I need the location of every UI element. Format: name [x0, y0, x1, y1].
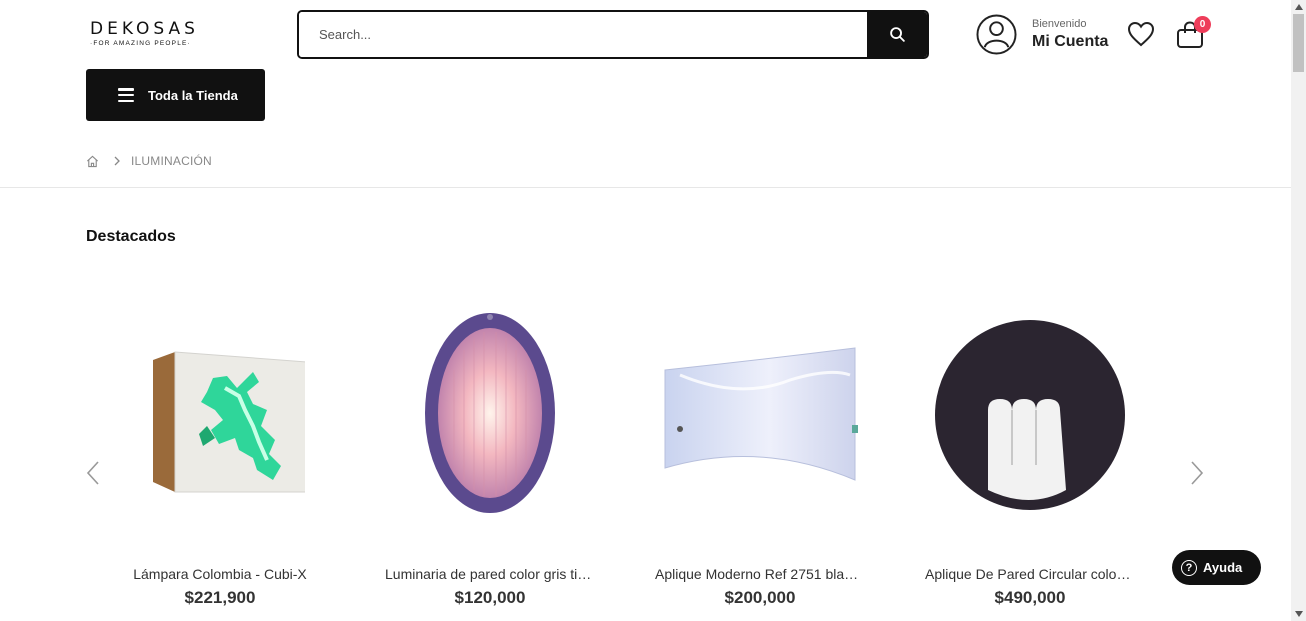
- cart-count-badge: 0: [1194, 16, 1211, 33]
- breadcrumb: ILUMINACIÓN: [86, 154, 212, 168]
- logo-tagline: ·FOR AMAZING PEOPLE·: [90, 40, 191, 47]
- user-circle-icon: [976, 14, 1017, 55]
- search-bar: [297, 10, 929, 59]
- product-name: Luminaria de pared color gris tipo tortu…: [385, 566, 615, 582]
- product-price: $490,000: [994, 588, 1066, 607]
- product-price: $221,900: [184, 588, 256, 607]
- search-input[interactable]: [299, 12, 867, 57]
- scroll-up-icon[interactable]: [1291, 0, 1306, 14]
- heart-icon[interactable]: [1127, 21, 1155, 47]
- page: DEKOSAS ·FOR AMAZING PEOPLE· Bienvenido …: [0, 0, 1291, 621]
- account-link[interactable]: Bienvenido Mi Cuenta: [976, 14, 1108, 55]
- home-icon[interactable]: [86, 155, 99, 168]
- product-card[interactable]: Aplique De Pared Circular color negro $4…: [905, 300, 1155, 608]
- product-name: Lámpara Colombia - Cubi-X: [133, 566, 307, 582]
- product-name: Aplique Moderno Ref 2751 blanco: [655, 566, 867, 582]
- all-store-label: Toda la Tienda: [148, 87, 238, 103]
- question-circle-icon: ?: [1181, 559, 1197, 576]
- scrollbar[interactable]: [1291, 0, 1306, 621]
- product-name: Aplique De Pared Circular color negro: [925, 566, 1155, 582]
- product-price: $200,000: [724, 588, 796, 607]
- scroll-down-icon[interactable]: [1291, 607, 1306, 621]
- product-image[interactable]: [365, 300, 615, 530]
- help-button[interactable]: ? Ayuda: [1172, 550, 1261, 585]
- search-button[interactable]: [867, 12, 927, 57]
- account-name: Mi Cuenta: [1032, 33, 1109, 50]
- chevron-right-icon[interactable]: [1189, 460, 1205, 486]
- logo[interactable]: DEKOSAS ·FOR AMAZING PEOPLE·: [90, 19, 205, 47]
- product-card[interactable]: Luminaria de pared color gris tipo tortu…: [365, 300, 615, 608]
- scrollbar-thumb[interactable]: [1293, 14, 1304, 72]
- product-card[interactable]: Aplique Moderno Ref 2751 blanco $200,000: [635, 300, 885, 608]
- header-divider: [0, 187, 1291, 188]
- chevron-right-icon: [114, 156, 120, 166]
- account-welcome: Bienvenido: [1032, 18, 1087, 30]
- breadcrumb-item-iluminacion[interactable]: ILUMINACIÓN: [131, 154, 212, 168]
- search-icon: [889, 27, 905, 42]
- help-label: Ayuda: [1203, 560, 1243, 575]
- all-store-button[interactable]: Toda la Tienda: [86, 69, 265, 121]
- product-image[interactable]: [905, 300, 1155, 530]
- logo-name: DEKOSAS: [90, 19, 199, 39]
- product-price: $120,000: [454, 588, 526, 607]
- hamburger-icon: [118, 88, 134, 102]
- product-image[interactable]: [95, 300, 345, 530]
- product-card[interactable]: Lámpara Colombia - Cubi-X $221,900: [95, 300, 345, 608]
- product-image[interactable]: [635, 300, 885, 530]
- section-title: Destacados: [86, 228, 176, 245]
